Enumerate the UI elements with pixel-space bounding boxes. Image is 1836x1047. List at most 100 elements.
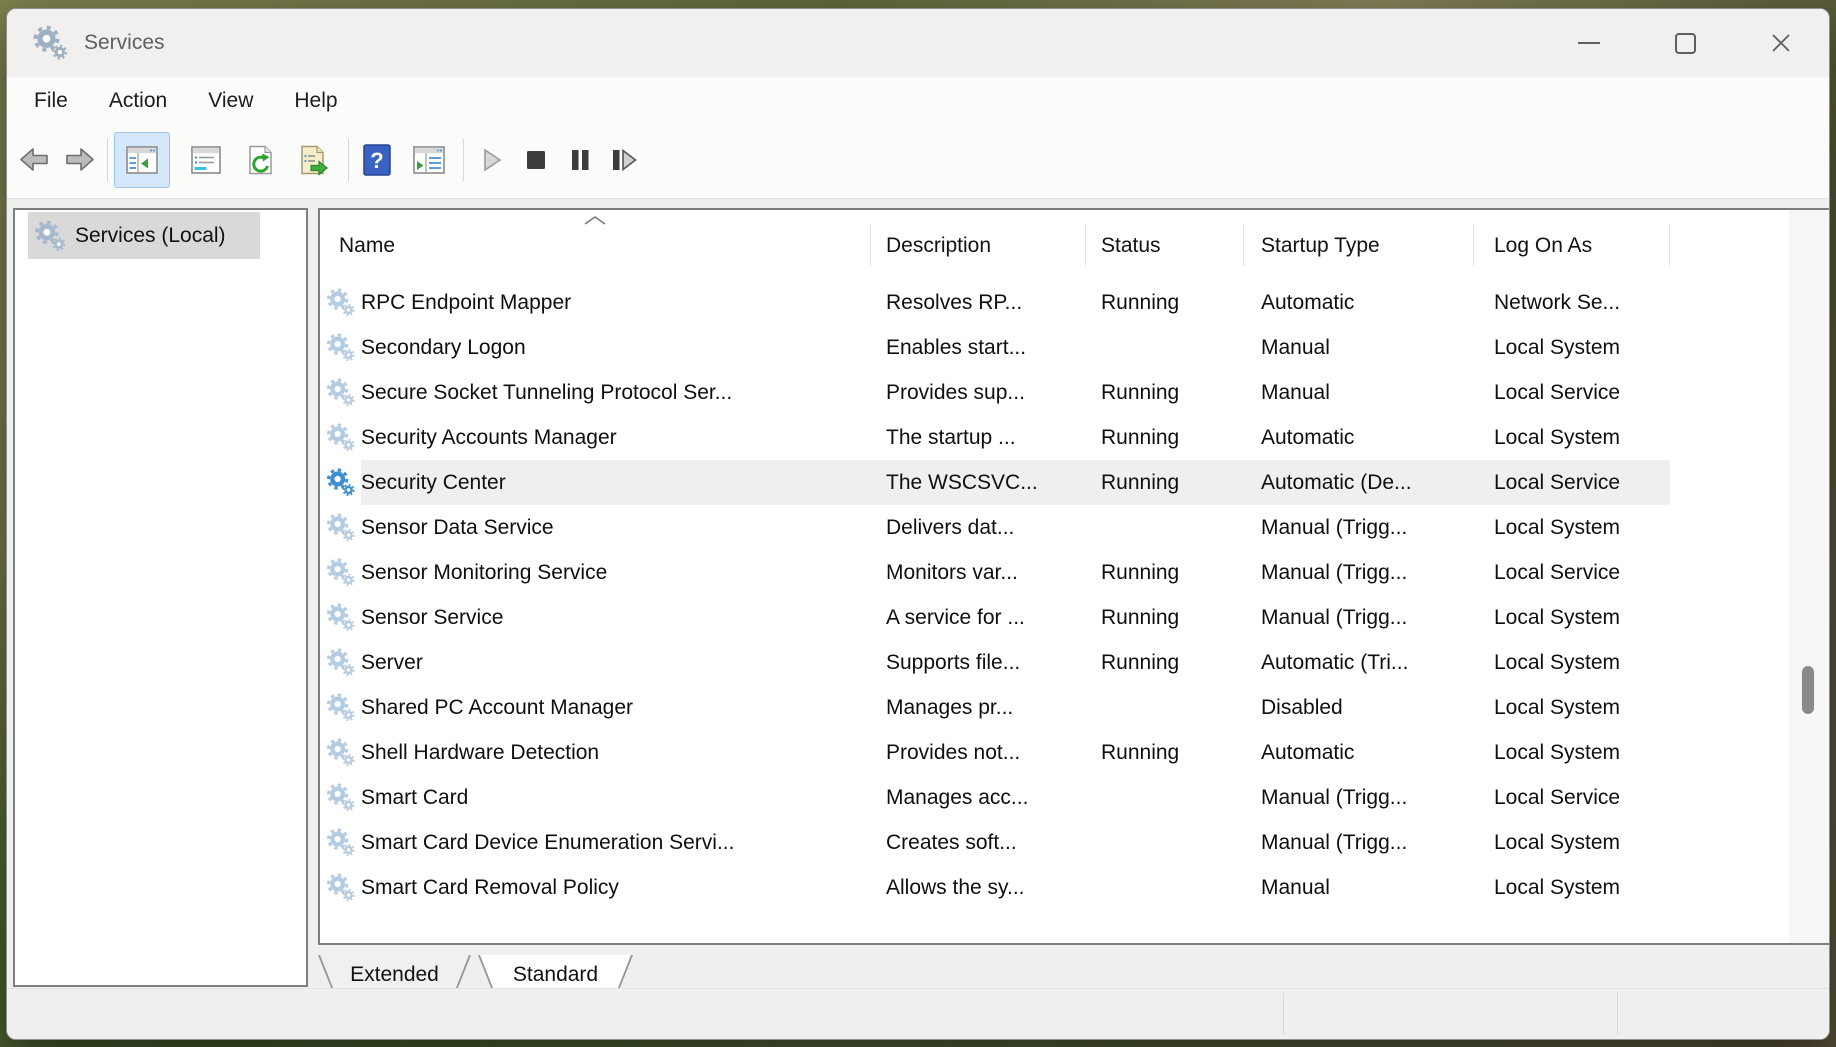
service-status: Running	[1086, 280, 1244, 325]
service-startup-type: Manual (Trigg...	[1244, 595, 1474, 640]
refresh-icon	[242, 144, 278, 176]
table-row[interactable]: Security Accounts Manager The startup ..…	[320, 415, 1670, 460]
menu-action[interactable]: Action	[107, 85, 169, 121]
service-description: Supports file...	[871, 640, 1086, 685]
minimize-icon	[1578, 42, 1600, 44]
service-description: A service for ...	[871, 595, 1086, 640]
start-service-button[interactable]	[470, 133, 514, 187]
service-description: The WSCSVC...	[871, 460, 1086, 505]
console-tree-pane: Services (Local)	[13, 208, 308, 987]
service-name: Shell Hardware Detection	[361, 741, 599, 764]
table-row[interactable]: Shared PC Account Manager Manages pr... …	[320, 685, 1670, 730]
column-header-log-on-as[interactable]: Log On As	[1474, 210, 1670, 280]
service-gear-icon	[325, 287, 356, 318]
stop-service-icon	[522, 146, 550, 174]
show-action-pane-button[interactable]	[407, 133, 451, 187]
service-log-on-as: Local System	[1474, 325, 1670, 370]
service-status: Running	[1086, 640, 1244, 685]
service-name: Sensor Service	[361, 606, 503, 629]
service-log-on-as: Local System	[1474, 685, 1670, 730]
close-button[interactable]	[1733, 9, 1829, 77]
status-bar-divider	[1617, 993, 1618, 1035]
forward-button[interactable]	[57, 133, 101, 187]
service-status	[1086, 820, 1244, 865]
forward-arrow-icon	[61, 145, 97, 175]
service-description: Resolves RP...	[871, 280, 1086, 325]
stop-service-button[interactable]	[514, 133, 558, 187]
table-row[interactable]: Secondary Logon Enables start... Manual …	[320, 325, 1670, 370]
service-startup-type: Manual (Trigg...	[1244, 775, 1474, 820]
service-gear-icon	[325, 512, 356, 543]
service-startup-type: Manual (Trigg...	[1244, 550, 1474, 595]
toolbar-separator	[107, 139, 108, 181]
service-startup-type: Automatic	[1244, 280, 1474, 325]
service-log-on-as: Local System	[1474, 865, 1670, 910]
show-console-tree-button[interactable]	[114, 132, 170, 188]
column-header-startup-type[interactable]: Startup Type	[1244, 210, 1474, 280]
status-bar	[7, 988, 1829, 1039]
service-status: Running	[1086, 595, 1244, 640]
service-startup-type: Manual (Trigg...	[1244, 820, 1474, 865]
service-startup-type: Manual	[1244, 370, 1474, 415]
main-area: Services (Local) Name Description Status…	[7, 199, 1829, 1039]
service-description: Manages pr...	[871, 685, 1086, 730]
column-header-status[interactable]: Status	[1086, 210, 1244, 280]
back-button[interactable]	[13, 133, 57, 187]
service-status	[1086, 325, 1244, 370]
table-row[interactable]: Sensor Data Service Delivers dat... Manu…	[320, 505, 1670, 550]
toolbar: ?	[7, 121, 1829, 199]
maximize-button[interactable]	[1637, 9, 1733, 77]
service-log-on-as: Network Se...	[1474, 280, 1670, 325]
table-row[interactable]: RPC Endpoint Mapper Resolves RP... Runni…	[320, 280, 1670, 325]
service-description: Allows the sy...	[871, 865, 1086, 910]
svg-text:?: ?	[370, 148, 383, 173]
properties-button[interactable]	[184, 133, 228, 187]
service-log-on-as: Local Service	[1474, 460, 1670, 505]
service-status	[1086, 685, 1244, 730]
table-row[interactable]: Smart Card Removal Policy Allows the sy.…	[320, 865, 1670, 910]
scrollbar-thumb[interactable]	[1802, 666, 1814, 714]
menu-view[interactable]: View	[206, 85, 255, 121]
service-status: Running	[1086, 415, 1244, 460]
service-gear-icon	[325, 602, 356, 633]
menu-bar: File Action View Help	[7, 77, 1829, 121]
column-header-description[interactable]: Description	[871, 210, 1086, 280]
table-row[interactable]: Shell Hardware Detection Provides not...…	[320, 730, 1670, 775]
start-service-icon	[478, 146, 506, 174]
service-name: Server	[361, 651, 423, 674]
service-gear-icon	[325, 377, 356, 408]
service-name: Sensor Data Service	[361, 516, 554, 539]
service-startup-type: Manual	[1244, 865, 1474, 910]
table-row[interactable]: Server Supports file... Running Automati…	[320, 640, 1670, 685]
show-console-tree-icon	[124, 144, 160, 176]
table-row[interactable]: Secure Socket Tunneling Protocol Ser... …	[320, 370, 1670, 415]
restart-service-button[interactable]	[602, 133, 646, 187]
export-list-button[interactable]	[292, 133, 336, 187]
service-gear-icon	[325, 782, 356, 813]
minimize-button[interactable]	[1541, 9, 1637, 77]
service-startup-type: Manual (Trigg...	[1244, 505, 1474, 550]
column-header-name[interactable]: Name	[320, 210, 871, 280]
service-log-on-as: Local System	[1474, 505, 1670, 550]
table-row[interactable]: Sensor Monitoring Service Monitors var..…	[320, 550, 1670, 595]
show-action-pane-icon	[411, 144, 447, 176]
service-name: Secure Socket Tunneling Protocol Ser...	[361, 381, 732, 404]
service-gear-icon	[325, 827, 356, 858]
service-startup-type: Automatic	[1244, 415, 1474, 460]
service-description: The startup ...	[871, 415, 1086, 460]
services-rows: RPC Endpoint Mapper Resolves RP... Runni…	[320, 280, 1670, 910]
sidebar-item-services-local[interactable]: Services (Local)	[28, 212, 260, 259]
pause-service-button[interactable]	[558, 133, 602, 187]
menu-file[interactable]: File	[32, 85, 70, 121]
table-row-selected[interactable]: Security Center The WSCSVC... Running Au…	[320, 460, 1670, 505]
refresh-button[interactable]	[238, 133, 282, 187]
vertical-scrollbar[interactable]	[1789, 210, 1830, 943]
table-row[interactable]: Smart Card Device Enumeration Servi... C…	[320, 820, 1670, 865]
service-status: Running	[1086, 460, 1244, 505]
help-button[interactable]: ?	[355, 133, 399, 187]
service-log-on-as: Local System	[1474, 820, 1670, 865]
service-log-on-as: Local System	[1474, 640, 1670, 685]
table-row[interactable]: Sensor Service A service for ... Running…	[320, 595, 1670, 640]
menu-help[interactable]: Help	[292, 85, 339, 121]
table-row[interactable]: Smart Card Manages acc... Manual (Trigg.…	[320, 775, 1670, 820]
